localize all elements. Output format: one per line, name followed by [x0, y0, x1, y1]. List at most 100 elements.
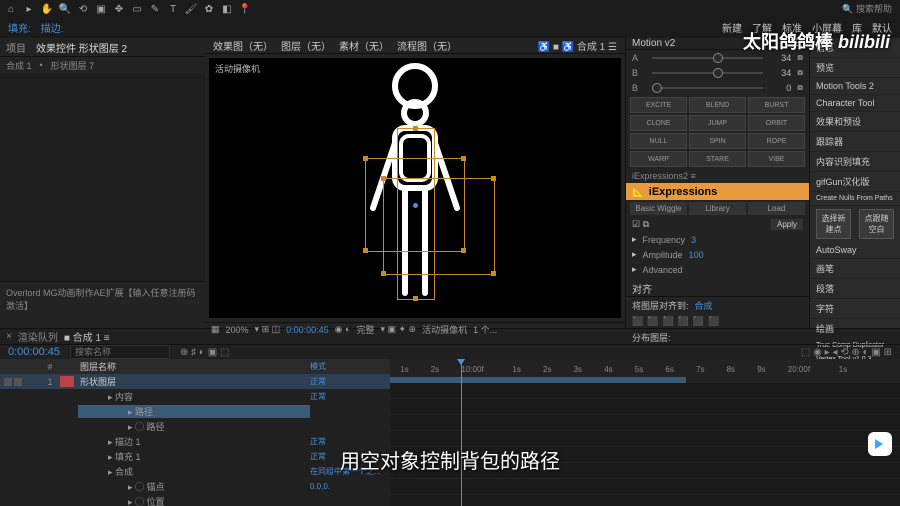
timeline-tracks[interactable]: 1s2s10:00f 1s2s3s 4s5s6s 7s8s9s 20:00f1s [390, 359, 900, 506]
prop-frequency[interactable]: ▸Frequency3 [626, 232, 809, 247]
layer-row[interactable]: ▸ 填充 1正常 [0, 449, 390, 464]
align-title: 对齐 [632, 281, 652, 296]
btn-jump[interactable]: JUMP [689, 115, 746, 131]
playhead[interactable] [461, 359, 462, 506]
align-target[interactable]: 合成 [695, 299, 713, 312]
side-tracker[interactable]: 跟踪器 [810, 132, 900, 152]
layer-row[interactable]: ▸ 合成在同组中第一个之... [0, 464, 390, 479]
tab-comp[interactable]: 合成 1 [577, 42, 605, 53]
btn-follow[interactable]: 点跟随空白 [859, 209, 894, 239]
view-count[interactable]: 1 个... [473, 323, 497, 336]
tab-render[interactable]: 效果图（无） [213, 38, 273, 53]
camera-icon[interactable]: ▣ [94, 2, 108, 16]
breadcrumb-layer[interactable]: 形状图层 7 [51, 59, 95, 72]
resolution[interactable]: 完整 [356, 323, 374, 336]
rect-icon[interactable]: ▭ [130, 2, 144, 16]
slider-c[interactable]: B0⧇ [626, 80, 809, 95]
help-search[interactable]: 🔍 搜索帮助 [842, 2, 892, 15]
breadcrumb-comp[interactable]: 合成 1 [6, 59, 32, 72]
viewport[interactable]: 活动摄像机 [209, 58, 621, 318]
side-content-aware[interactable]: 内容识别填充 [810, 152, 900, 172]
btn-vibe[interactable]: VIBE [748, 151, 805, 167]
brush-icon[interactable]: 🖌 [184, 2, 198, 16]
current-time[interactable]: 0:00:00:45 [8, 346, 60, 358]
selection-icon[interactable]: ▸ [22, 2, 36, 16]
tab-effect-controls[interactable]: 效果控件 形状图层 2 [36, 40, 127, 55]
layer-row[interactable]: ▸ ◯ 位置 [0, 494, 390, 506]
iexpressions-header: 📐 iExpressions [626, 183, 809, 200]
hand-icon[interactable]: ✋ [40, 2, 54, 16]
watermark: 太阳鸽鸽棒 bilibili [743, 28, 890, 54]
viewport-footer: ▦200% ▾ ⊞ ◫ 0:00:00:45 ◉ ◐完整 ▾ ▣ ✦ ⊕ 活动摄… [205, 322, 625, 336]
play-icon[interactable] [868, 432, 892, 456]
rotate-icon[interactable]: ⟲ [76, 2, 90, 16]
slider-b[interactable]: B34⧇ [626, 65, 809, 80]
btn-spin[interactable]: SPIN [689, 133, 746, 149]
tab-render-queue[interactable]: 渲染队列 [18, 329, 58, 344]
timeline-panel: × 渲染队列 ■ 合成 1 ≡ 0:00:00:45 ⊕ ♯ ◐ ▣ ⬚ ⬚ ◉… [0, 328, 900, 506]
layer-row[interactable]: 1形状图层正常 [0, 374, 390, 389]
layer-row[interactable]: ▸ 内容正常 [0, 389, 390, 404]
side-autosway[interactable]: AutoSway [810, 242, 900, 259]
btn-orbit[interactable]: ORBIT [748, 115, 805, 131]
layer-row[interactable]: ▸ 描边 1正常 [0, 434, 390, 449]
prop-advanced[interactable]: ▸Advanced [626, 262, 809, 277]
btn-stare[interactable]: STARE [689, 151, 746, 167]
pen-icon[interactable]: ✎ [148, 2, 162, 16]
tab-layer[interactable]: 图层（无） [281, 38, 331, 53]
tab-load[interactable]: Load [748, 202, 805, 215]
tool-bar: ⌂ ▸ ✋ 🔍 ⟲ ▣ ✥ ▭ ✎ T 🖌 ✿ ◧ 📍 [0, 0, 900, 18]
project-panel: 项目 效果控件 形状图层 2 合成 1• 形状图层 7 Overlord MG动… [0, 38, 205, 328]
active-camera[interactable]: 活动摄像机 [422, 323, 467, 336]
motion-buttons: EXCITE BLEND BURST CLONE JUMP ORBIT NULL… [626, 95, 809, 169]
tab-comp-timeline[interactable]: 合成 1 [73, 333, 101, 344]
btn-trace[interactable]: 选择新建点 [816, 209, 851, 239]
layer-row[interactable]: ▸ ◯ 路径 [0, 419, 390, 434]
side-preview[interactable]: 预览 [810, 58, 900, 78]
btn-null[interactable]: NULL [630, 133, 687, 149]
side-gifgun[interactable]: gifGun汉化版 [810, 172, 900, 192]
anchor-icon[interactable]: ✥ [112, 2, 126, 16]
subtitle: 用空对象控制背包的路径 [340, 445, 560, 474]
btn-rope[interactable]: ROPE [748, 133, 805, 149]
menu-new[interactable]: 新建 [722, 20, 742, 36]
prop-amplitude[interactable]: ▸Amplitude100 [626, 247, 809, 262]
tab-project[interactable]: 项目 [6, 40, 26, 55]
search-input[interactable] [70, 345, 170, 359]
side-character2[interactable]: 字符 [810, 299, 900, 319]
btn-clone[interactable]: CLONE [630, 115, 687, 131]
side-paragraph[interactable]: 段落 [810, 279, 900, 299]
eraser-icon[interactable]: ◧ [220, 2, 234, 16]
zoom-level[interactable]: 200% [226, 325, 249, 335]
zoom-icon[interactable]: 🔍 [58, 2, 72, 16]
motion-panel: Motion v2☰ A34⧇ B34⧇ B0⧇ EXCITE BLEND BU… [625, 38, 809, 328]
layer-row[interactable]: ▸ 路径 [0, 404, 390, 419]
side-create-nulls[interactable]: Create Nulls From Paths [810, 192, 900, 206]
home-icon[interactable]: ⌂ [4, 2, 18, 16]
layer-row[interactable]: ▸ ◯ 锚点0.0,0. [0, 479, 390, 494]
layer-list: # 图层名称 模式 1形状图层正常▸ 内容正常▸ 路径▸ ◯ 路径▸ 描边 1正… [0, 359, 390, 506]
tab-wiggle[interactable]: Basic Wiggle [630, 202, 687, 215]
tab-footage[interactable]: 素材（无） [339, 38, 389, 53]
time-ruler[interactable]: 1s2s10:00f 1s2s3s 4s5s6s 7s8s9s 20:00f1s [390, 359, 900, 383]
stamp-icon[interactable]: ✿ [202, 2, 216, 16]
menu-fill[interactable]: 填充: [8, 20, 31, 36]
btn-burst[interactable]: BURST [748, 97, 805, 113]
side-effects[interactable]: 效果和预设 [810, 112, 900, 132]
plugin-footer: Overlord MG动画制作AE扩展【输入任意注册码激活】 [0, 281, 205, 328]
tab-flow[interactable]: 流程图（无） [397, 38, 457, 53]
text-icon[interactable]: T [166, 2, 180, 16]
tab-library[interactable]: Library [689, 202, 746, 215]
side-character[interactable]: Character Tool [810, 95, 900, 112]
vp-time[interactable]: 0:00:00:45 [286, 325, 329, 335]
side-motion-tools[interactable]: Motion Tools 2 [810, 78, 900, 95]
pin-icon[interactable]: 📍 [238, 2, 252, 16]
apply-button[interactable]: Apply [771, 219, 803, 230]
btn-warp[interactable]: WARP [630, 151, 687, 167]
align-buttons: ⬛⬛⬛ ⬛⬛⬛ [626, 314, 809, 329]
viewport-label: 活动摄像机 [215, 62, 260, 75]
menu-stroke[interactable]: 描边: [41, 20, 64, 36]
btn-excite[interactable]: EXCITE [630, 97, 687, 113]
side-brush[interactable]: 画笔 [810, 259, 900, 279]
btn-blend[interactable]: BLEND [689, 97, 746, 113]
